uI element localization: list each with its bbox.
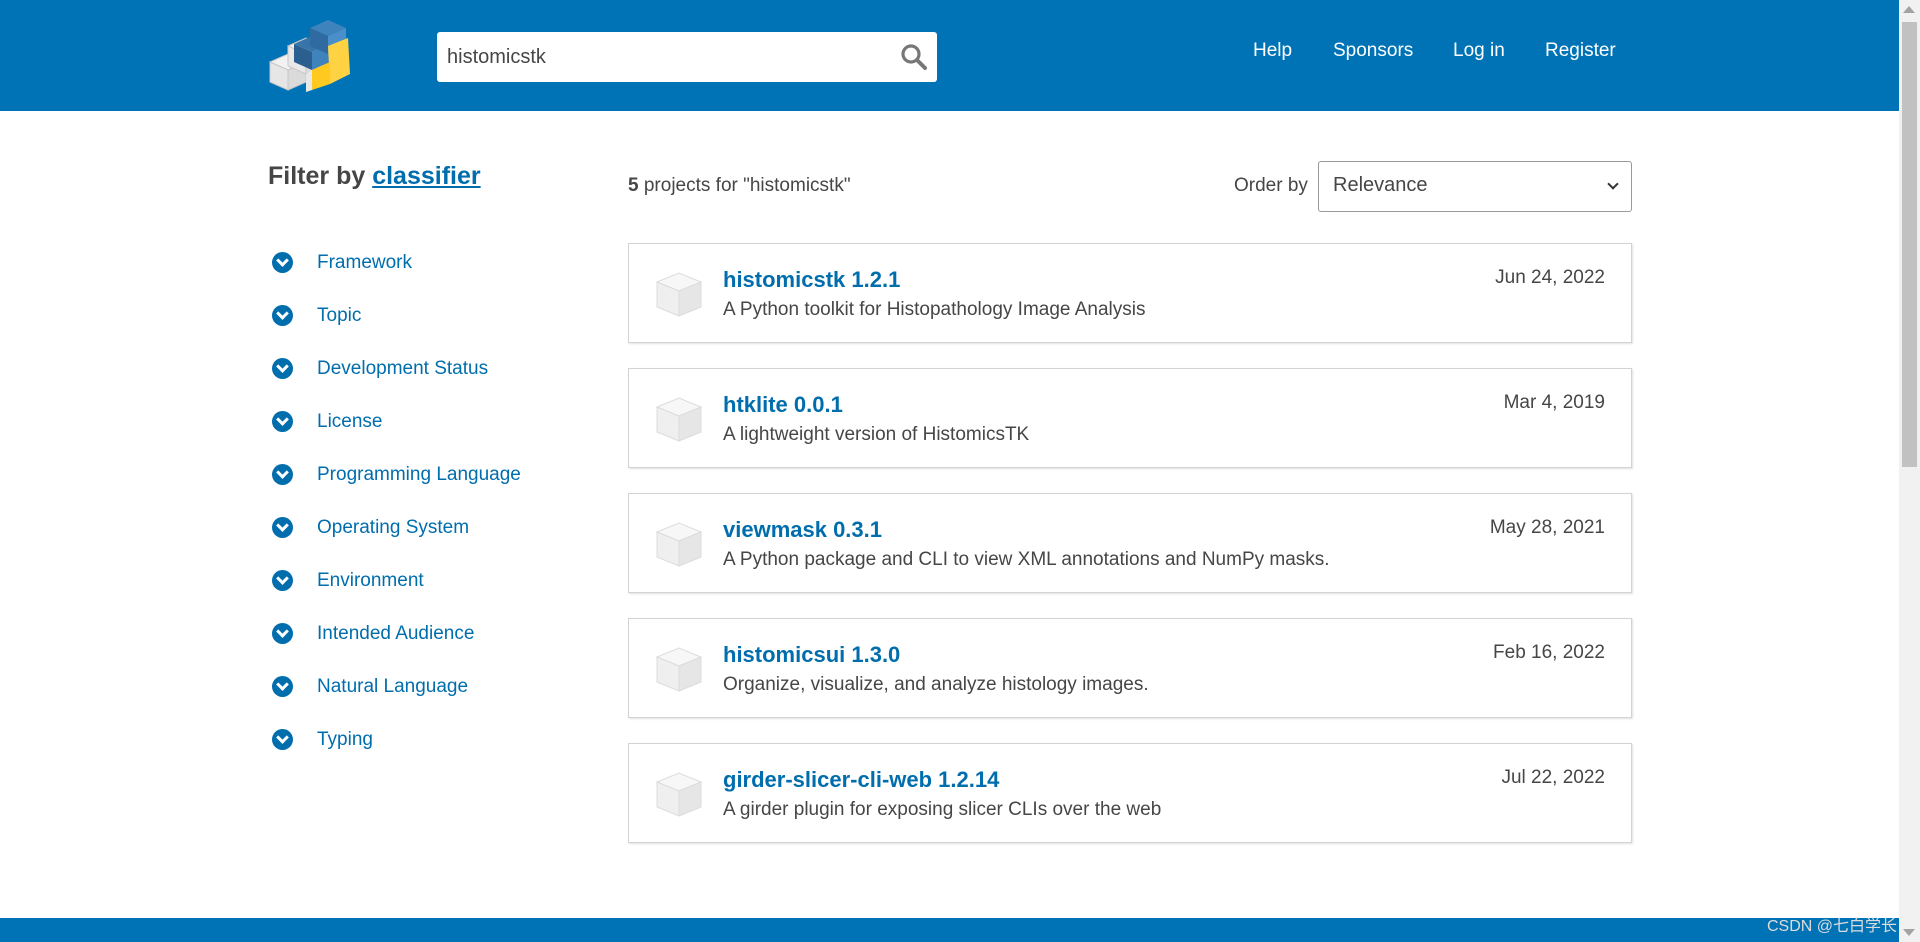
cube-icon [655,272,703,317]
classifier-link[interactable]: classifier [372,162,480,190]
classifier-label: Programming Language [317,463,521,485]
package-release-date: Mar 4, 2019 [1503,392,1605,413]
chevron-down-circle-icon [272,252,293,273]
classifier-label: Environment [317,569,424,591]
classifier-label: License [317,410,383,432]
classifier-label: Framework [317,251,413,273]
nav-login-link[interactable]: Log in [1453,40,1505,62]
classifier-item[interactable]: Topic [272,289,521,342]
classifier-item[interactable]: Intended Audience [272,607,521,660]
package-name-link[interactable]: htklite 0.0.1 [723,392,843,418]
package-release-date: Jul 22, 2022 [1501,767,1605,788]
classifier-label: Intended Audience [317,622,475,644]
cube-icon [655,522,703,567]
classifier-item[interactable]: Natural Language [272,660,521,713]
classifier-item[interactable]: License [272,395,521,448]
classifier-item[interactable]: Development Status [272,342,521,395]
chevron-down-circle-icon [272,358,293,379]
package-name-link[interactable]: histomicsui 1.3.0 [723,642,900,668]
chevron-down-circle-icon [272,411,293,432]
chevron-down-circle-icon [272,464,293,485]
package-description: A girder plugin for exposing slicer CLIs… [723,799,1162,820]
package-card[interactable]: histomicsui 1.3.0 Organize, visualize, an… [628,618,1632,718]
scroll-down-arrow-icon[interactable] [1903,929,1915,936]
classifier-item[interactable]: Framework [272,236,521,289]
order-by-value: Relevance [1333,174,1428,196]
chevron-down-circle-icon [272,623,293,644]
classifier-item[interactable]: Operating System [272,501,521,554]
chevron-down-circle-icon [272,676,293,697]
nav-sponsors-link[interactable]: Sponsors [1333,40,1413,62]
classifier-label: Typing [317,728,373,750]
watermark: CSDN @七白学长 [1767,918,1898,935]
classifier-item[interactable]: Environment [272,554,521,607]
result-count-number: 5 [628,175,639,196]
cube-icon [655,397,703,442]
chevron-down-circle-icon [272,570,293,591]
cube-icon [655,647,703,692]
package-name-link[interactable]: histomicstk 1.2.1 [723,267,900,293]
site-header: Help Sponsors Log in Register [0,0,1899,111]
package-name-link[interactable]: viewmask 0.3.1 [723,517,882,543]
search-icon[interactable] [899,42,929,72]
scroll-up-arrow-icon[interactable] [1903,6,1915,13]
chevron-down-circle-icon [272,729,293,750]
package-name-link[interactable]: girder-slicer-cli-web 1.2.14 [723,767,999,793]
package-description: A Python package and CLI to view XML ann… [723,549,1330,570]
search-bar [437,32,937,82]
package-release-date: Jun 24, 2022 [1495,267,1605,288]
package-description: Organize, visualize, and analyze histolo… [723,674,1149,695]
classifier-label: Topic [317,304,362,326]
package-card[interactable]: htklite 0.0.1 A lightweight version of Hi… [628,368,1632,468]
package-release-date: May 28, 2021 [1489,517,1605,538]
package-card[interactable]: girder-slicer-cli-web 1.2.14 A girder plu… [628,743,1632,843]
package-description: A lightweight version of HistomicsTK [723,424,1030,445]
site-footer [0,918,1899,942]
chevron-down-circle-icon [272,305,293,326]
classifier-item[interactable]: Programming Language [272,448,521,501]
nav-help-link[interactable]: Help [1253,40,1292,62]
package-card[interactable]: viewmask 0.3.1 A Python package and CLI t… [628,493,1632,593]
order-by-select[interactable]: Relevance [1318,161,1632,212]
filter-heading: Filter by classifier [268,162,481,191]
scrollbar-thumb[interactable] [1902,22,1917,467]
filter-heading-label: Filter by [268,162,366,190]
result-count-text: projects for "histomicstk" [638,175,851,196]
classifier-label: Natural Language [317,675,469,697]
pypi-logo[interactable] [266,18,352,92]
package-card[interactable]: histomicstk 1.2.1 A Python toolkit for Hi… [628,243,1632,343]
classifier-label: Development Status [317,357,489,379]
scrollbar[interactable] [1899,0,1920,942]
cube-icon [655,772,703,817]
chevron-down-icon [1607,178,1619,190]
classifier-list: Framework Topic Development Status License P… [272,236,521,766]
nav-register-link[interactable]: Register [1545,40,1616,62]
classifier-label: Operating System [317,516,470,538]
classifier-item[interactable]: Typing [272,713,521,766]
search-input[interactable] [447,32,877,82]
package-release-date: Feb 16, 2022 [1493,642,1605,663]
package-description: A Python toolkit for Histopathology Imag… [723,299,1146,320]
result-count: 5 projects for "histomicstk" [628,175,851,197]
order-by-label: Order by [1234,175,1308,196]
chevron-down-circle-icon [272,517,293,538]
